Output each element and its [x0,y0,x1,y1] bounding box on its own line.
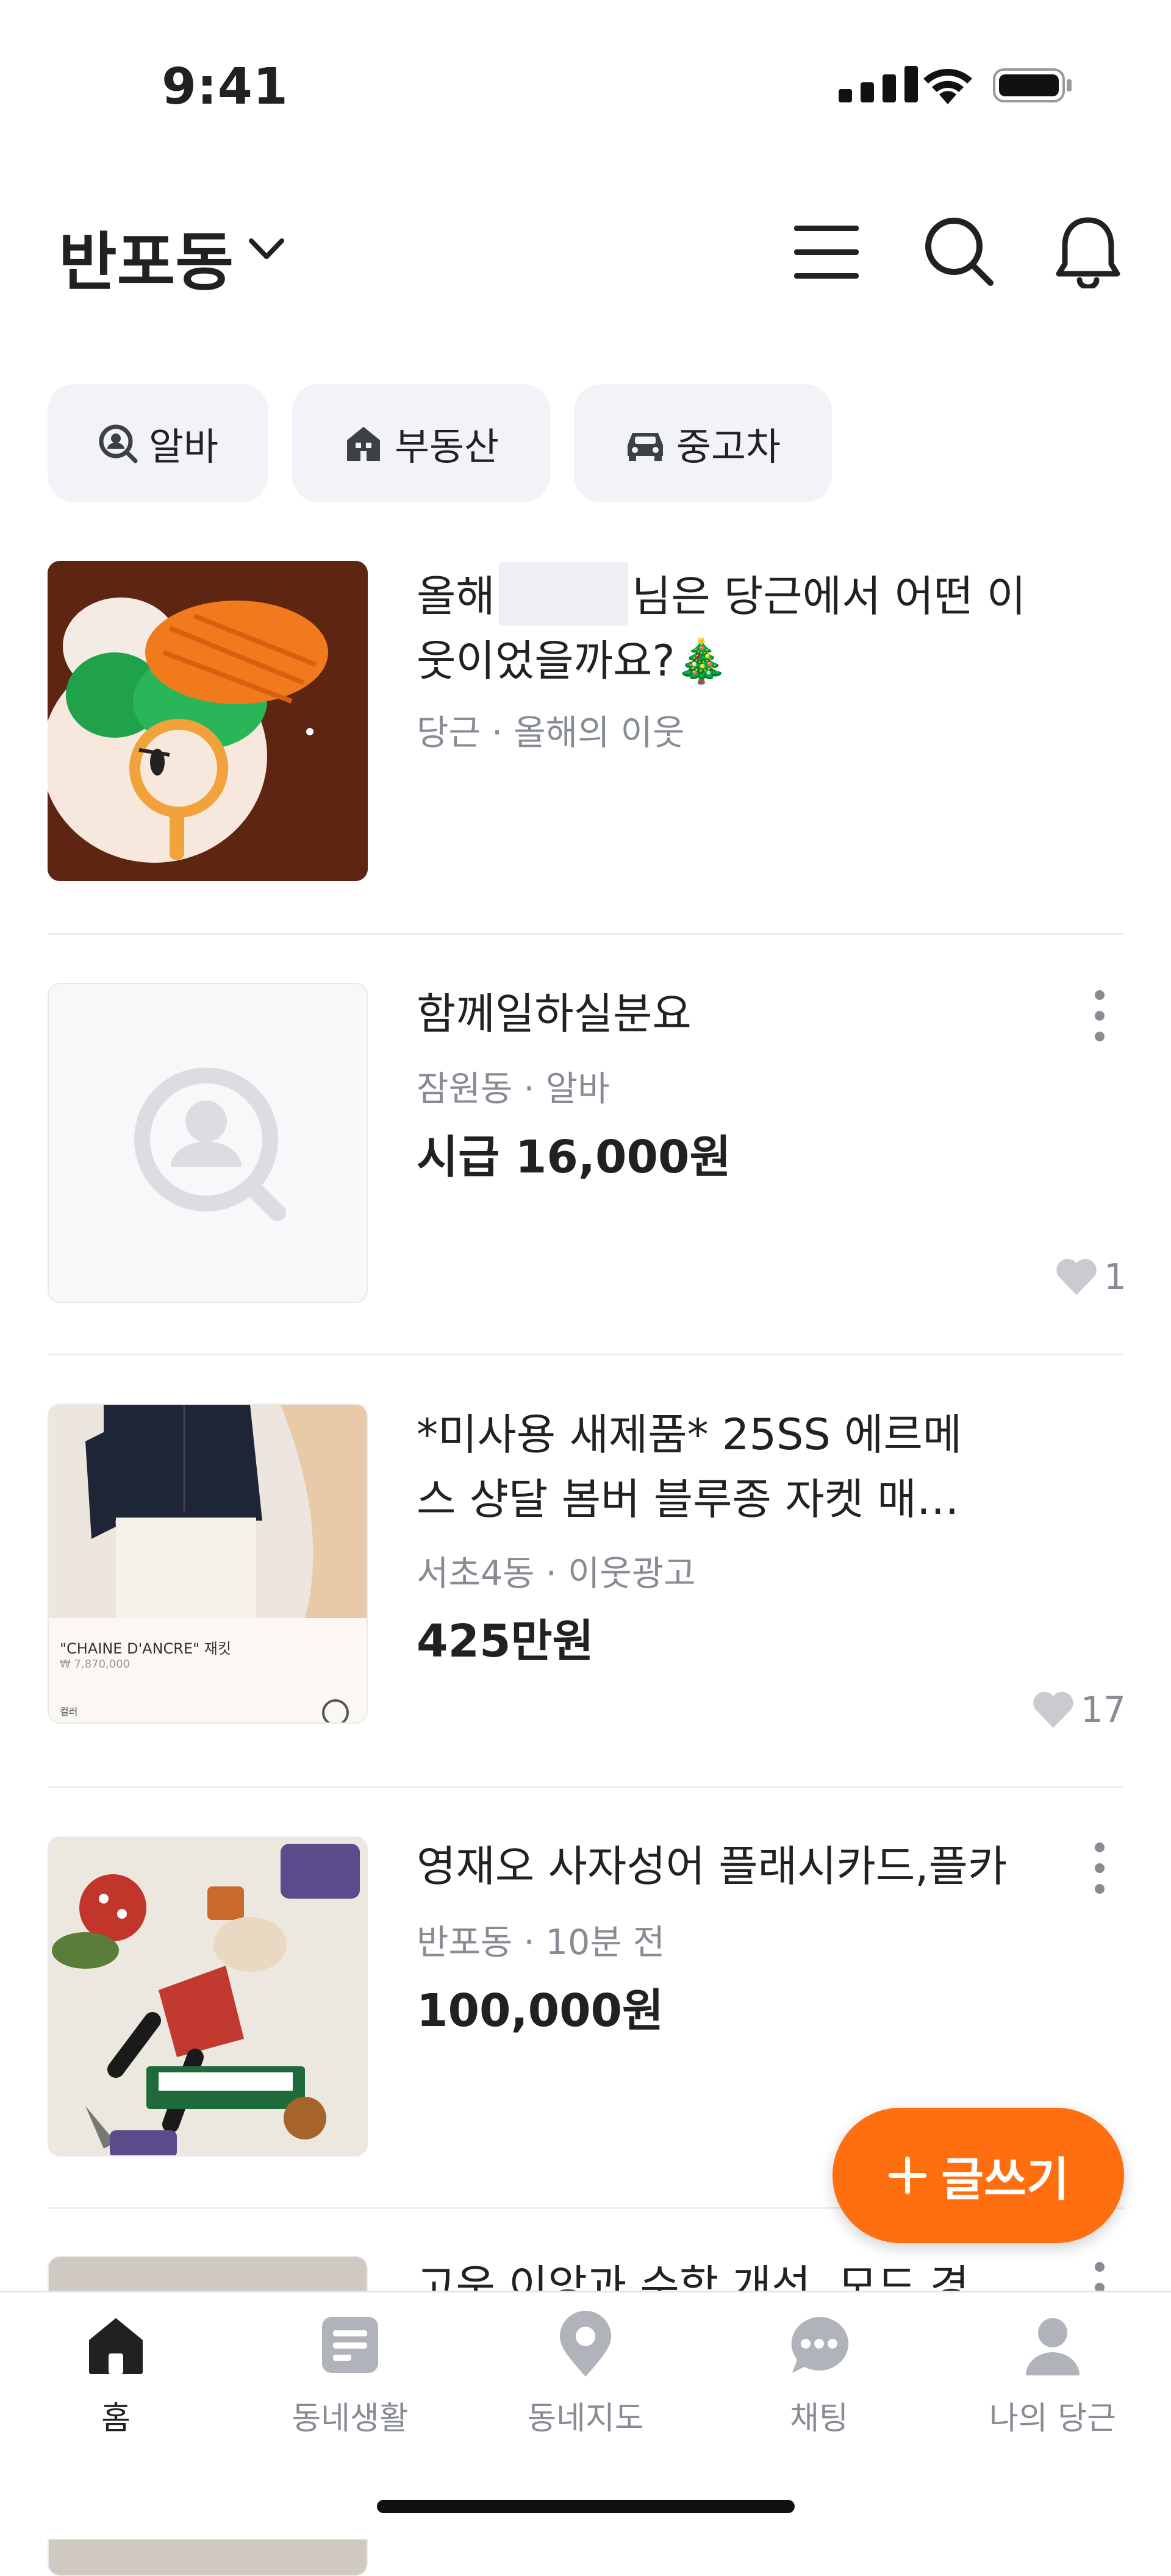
map-pin-icon [560,2311,611,2377]
item-title-text: *미사용 새제품* 25SS 에르메 [417,1410,962,1460]
nav-community[interactable]: 동네생활 [271,2311,429,2438]
promo-title-text: 올해 [417,571,495,621]
item-title[interactable]: 영재오 사자성어 플래시카드,플카 [417,1834,1075,1899]
thumb-caption: "CHAINE D'ANCRE" 재킷 [60,1640,231,1657]
battery-icon [993,68,1072,102]
home-indicator[interactable] [377,2500,795,2513]
jacket-photo [49,1405,367,1722]
like-count-value: 1 [1104,1256,1126,1297]
like-count-value: 17 [1081,1689,1126,1730]
more-options-icon[interactable] [1089,988,1111,1044]
item-meta: 잠원동 · 알바 [417,1069,610,1109]
carrot-mascot-image [48,561,368,881]
chevron-down-icon[interactable] [246,235,287,264]
chip-real-estate[interactable]: 부동산 [292,384,550,502]
thumb-price: ₩ 7,870,000 [60,1658,131,1671]
nav-label: 홈 [101,2400,131,2437]
heart-icon [1033,1691,1073,1728]
item-thumbnail[interactable] [48,1836,368,2157]
chip-job[interactable]: 알바 [48,384,268,502]
item-price: 100,000원 [417,1985,664,2037]
nav-chat[interactable]: 채팅 [740,2311,898,2438]
promo-title-text: 웃이었을까요?🎄 [417,636,728,686]
like-count: 17 [1032,1689,1126,1730]
profile-icon [1026,2318,1080,2375]
chip-label: 중고차 [676,424,781,469]
chip-used-car[interactable]: 중고차 [574,384,832,502]
nav-my-carrot[interactable]: 나의 당근 [973,2311,1132,2438]
nav-home[interactable]: 홈 [37,2311,195,2438]
more-options-icon[interactable] [1089,1840,1111,1896]
item-thumbnail[interactable] [48,983,368,1303]
status-time: 9:41 [162,58,288,116]
divider [48,933,1123,935]
heart-icon [1056,1258,1097,1295]
search-icon[interactable] [922,215,995,288]
menu-icon[interactable] [793,221,860,284]
item-thumbnail[interactable]: "CHAINE D'ANCRE" 재킷 ₩ 7,870,000 컬러 [48,1404,368,1724]
item-price: 425만원 [417,1615,594,1668]
item-meta: 서초4동 · 이웃광고 [417,1554,696,1594]
wifi-icon [923,69,972,104]
divider [48,1786,1123,1788]
chip-label: 부동산 [394,424,500,469]
nav-label: 동네생활 [292,2400,409,2437]
promo-title[interactable]: 올해 님은 당근에서 어떤 이 웃이었을까요?🎄 [417,562,1075,693]
item-meta: 반포동 · 10분 전 [417,1922,665,1963]
promo-title-text: 님은 당근에서 어떤 이 [631,571,1026,621]
cellular-signal-icon [839,66,918,102]
item-title[interactable]: 함께일하실분요 [417,982,1075,1046]
car-icon [627,433,663,461]
job-search-icon [99,424,138,463]
thumb-tag: 컬러 [60,1706,78,1718]
like-count: 1 [1055,1256,1126,1297]
redacted-username [498,562,628,626]
item-title-text: 스 샹달 봄버 블루종 자켓 매… [417,1474,959,1524]
plus-icon [889,2157,927,2194]
chip-label: 알바 [148,424,219,469]
job-placeholder-icon [134,1068,286,1221]
nav-label: 동네지도 [527,2400,644,2437]
item-title[interactable]: *미사용 새제품* 25SS 에르메 스 샹달 봄버 블루종 자켓 매… [417,1402,1075,1532]
promo-meta: 당근 · 올해의 이웃 [417,713,685,753]
item-price: 시급 16,000원 [417,1131,731,1183]
divider [48,1354,1123,1355]
write-post-label: 글쓰기 [941,2152,1069,2207]
nav-label: 나의 당근 [989,2400,1116,2437]
chat-icon [791,2316,849,2373]
house-icon [346,427,380,461]
nav-label: 채팅 [790,2400,848,2437]
nav-map[interactable]: 동네지도 [506,2311,665,2438]
bell-icon[interactable] [1055,216,1121,288]
home-icon [89,2318,143,2374]
promo-thumbnail[interactable] [48,561,368,881]
community-icon [322,2317,378,2373]
write-post-button[interactable]: 글쓰기 [833,2108,1124,2243]
flashcard-photo [49,1838,367,2155]
location-selector[interactable]: 반포동 [59,210,234,302]
